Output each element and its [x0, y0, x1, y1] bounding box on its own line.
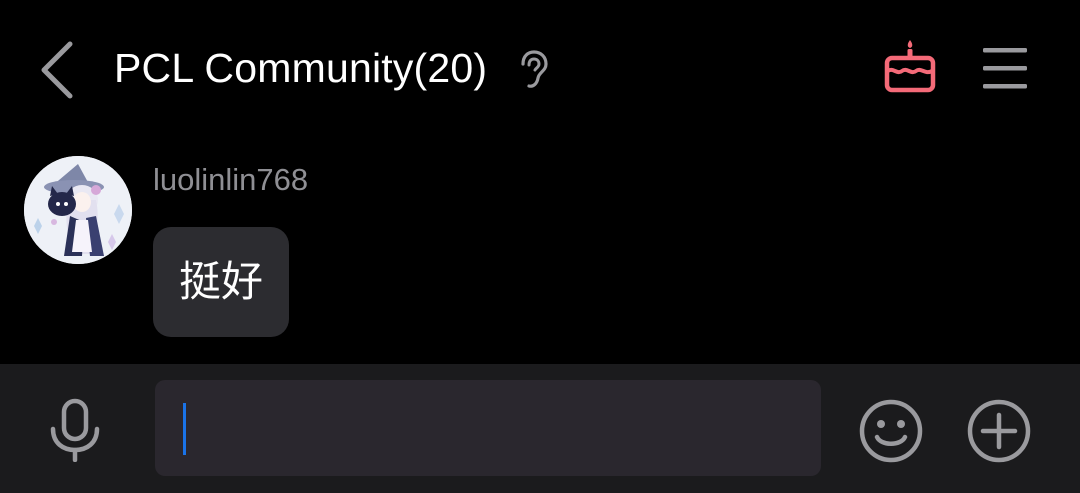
- more-button[interactable]: [966, 398, 1032, 464]
- message-bubble[interactable]: 挺好: [153, 227, 290, 337]
- ear-icon[interactable]: [516, 50, 550, 90]
- chat-header: PCL Community(20): [0, 0, 1080, 140]
- menu-icon: [983, 48, 1027, 89]
- menu-button[interactable]: [978, 42, 1032, 94]
- voice-button[interactable]: [44, 398, 106, 462]
- smiley-icon: [859, 399, 923, 463]
- text-cursor: [183, 403, 186, 455]
- microphone-icon: [50, 398, 100, 462]
- back-button[interactable]: [30, 36, 86, 100]
- sender-name[interactable]: luolinlin768: [153, 160, 308, 200]
- emoji-button[interactable]: [858, 398, 924, 464]
- chevron-left-icon: [41, 41, 73, 99]
- cake-button[interactable]: [878, 34, 942, 98]
- chat-title[interactable]: PCL Community(20): [114, 43, 487, 93]
- message-text: 挺好: [179, 257, 264, 306]
- cake-icon: [884, 40, 936, 93]
- avatar[interactable]: [24, 156, 132, 264]
- message-input[interactable]: [155, 380, 821, 476]
- plus-circle-icon: [967, 399, 1031, 463]
